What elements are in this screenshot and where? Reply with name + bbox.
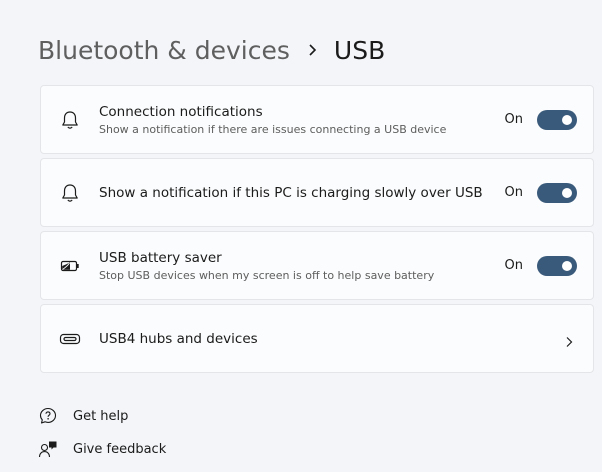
setting-title: USB4 hubs and devices: [99, 330, 258, 347]
give-feedback-link[interactable]: Give feedback: [38, 439, 166, 459]
setting-title: Connection notifications: [99, 103, 263, 120]
toggle-knob: [562, 114, 572, 125]
feedback-icon: [38, 439, 58, 459]
slow-charging-notification-card: Show a notification if this PC is chargi…: [40, 158, 594, 227]
breadcrumb-parent-link[interactable]: Bluetooth & devices: [38, 36, 290, 65]
setting-title: Show a notification if this PC is chargi…: [99, 184, 483, 201]
chevron-right-icon: [563, 333, 575, 347]
setting-description: Show a notification if there are issues …: [99, 122, 447, 136]
get-help-link[interactable]: Get help: [38, 406, 128, 426]
toggle-state-label: On: [504, 185, 523, 200]
toggle-knob: [562, 260, 572, 271]
battery-saver-icon: [59, 255, 81, 277]
toggle-knob: [562, 187, 572, 198]
usb-port-icon: [59, 328, 81, 350]
connection-notifications-card: Connection notifications Show a notifica…: [40, 85, 594, 154]
page-title: USB: [333, 35, 386, 65]
get-help-label: Get help: [73, 408, 129, 424]
slow-charging-toggle[interactable]: [537, 182, 577, 203]
bell-icon: [59, 109, 81, 131]
help-icon: [38, 406, 58, 426]
usb-battery-saver-card: USB battery saver Stop USB devices when …: [40, 231, 594, 300]
chevron-right-icon: [290, 43, 334, 57]
usb4-hubs-and-devices-card[interactable]: USB4 hubs and devices: [40, 304, 594, 373]
toggle-state-label: On: [504, 112, 523, 127]
setting-title: USB battery saver: [99, 249, 222, 266]
setting-description: Stop USB devices when my screen is off t…: [99, 268, 435, 282]
give-feedback-label: Give feedback: [73, 441, 167, 457]
breadcrumb: Bluetooth & devices USB: [38, 30, 385, 70]
usb-battery-saver-toggle[interactable]: [537, 255, 577, 276]
bell-icon: [59, 182, 81, 204]
connection-notifications-toggle[interactable]: [537, 109, 577, 130]
toggle-state-label: On: [504, 258, 523, 273]
